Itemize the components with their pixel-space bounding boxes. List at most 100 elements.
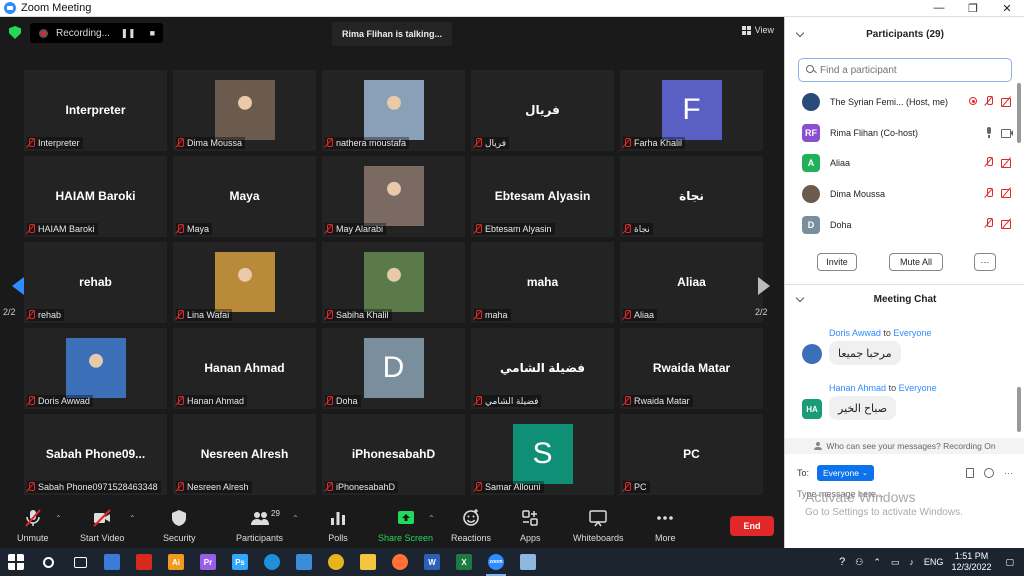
invite-button[interactable]: Invite <box>817 253 857 271</box>
video-off-icon[interactable] <box>1001 219 1013 229</box>
network-icon[interactable]: ▭ <box>891 557 900 568</box>
chevron-up-icon[interactable]: ⌃ <box>873 557 881 568</box>
people-icon[interactable]: ⚇ <box>855 557 863 568</box>
video-tile[interactable]: D Doha <box>322 328 465 409</box>
scrollbar-thumb[interactable] <box>1017 83 1021 143</box>
taskbar-app[interactable] <box>512 548 544 576</box>
taskbar-app[interactable] <box>352 548 384 576</box>
emoji-icon[interactable] <box>984 468 994 478</box>
start-video-button[interactable]: Start Video <box>80 508 124 543</box>
video-tile[interactable]: Maya Maya <box>173 156 316 237</box>
notifications-icon[interactable]: ▢ <box>1005 557 1014 568</box>
clock[interactable]: 1:51 PM 12/3/2022 <box>951 551 991 573</box>
mic-off-icon[interactable] <box>985 187 993 198</box>
maximize-icon[interactable]: ❐ <box>956 2 990 15</box>
security-button[interactable]: Security <box>163 508 196 543</box>
video-tile[interactable]: iPhonesabahD iPhonesabahD <box>322 414 465 495</box>
previous-page-button[interactable]: 2/2 <box>0 265 26 327</box>
video-tile[interactable]: نجاة نجاة <box>620 156 763 237</box>
video-tile[interactable]: Interpreter Interpreter <box>24 70 167 151</box>
video-tile[interactable]: Aliaa Aliaa <box>620 242 763 323</box>
video-tile[interactable]: F Farha Khalil <box>620 70 763 151</box>
stop-icon[interactable]: ■ <box>150 28 155 39</box>
video-tile[interactable]: فضيلة الشامي فضيلة الشامي <box>471 328 614 409</box>
view-button[interactable]: View <box>741 25 774 35</box>
end-meeting-button[interactable]: End <box>730 516 774 536</box>
help-icon[interactable]: ? <box>839 556 845 568</box>
chat-visibility-notice[interactable]: Who can see your messages? Recording On <box>785 438 1024 454</box>
participant-row[interactable]: RF Rima Flihan (Co-host) <box>785 118 1017 149</box>
chat-recipient[interactable]: Everyone <box>899 383 937 393</box>
participants-options-caret[interactable]: ⌃ <box>292 514 299 523</box>
mic-icon[interactable] <box>985 126 993 138</box>
chat-scrollbar[interactable] <box>1017 315 1021 437</box>
taskbar-app[interactable] <box>256 548 288 576</box>
video-off-icon[interactable] <box>1001 158 1013 168</box>
video-off-icon[interactable] <box>1001 97 1013 107</box>
chevron-down-icon[interactable] <box>795 293 805 303</box>
taskbar-app[interactable]: Ps <box>224 548 256 576</box>
taskbar-app[interactable]: X <box>448 548 480 576</box>
chevron-down-icon[interactable] <box>795 28 805 38</box>
video-tile[interactable]: Nesreen Alresh Nesreen Alresh <box>173 414 316 495</box>
taskbar-app[interactable] <box>288 548 320 576</box>
apps-button[interactable]: Apps <box>520 508 541 543</box>
video-tile[interactable]: فريال فريال <box>471 70 614 151</box>
more-button[interactable]: More <box>655 508 676 543</box>
unmute-button[interactable]: Unmute <box>17 508 49 543</box>
taskbar-app[interactable] <box>128 548 160 576</box>
whiteboards-button[interactable]: Whiteboards <box>573 508 624 543</box>
video-off-icon[interactable] <box>1001 188 1013 199</box>
share-options-caret[interactable]: ⌃ <box>428 514 435 523</box>
video-tile[interactable]: HAIAM Baroki HAIAM Baroki <box>24 156 167 237</box>
chat-recipient[interactable]: Everyone <box>893 328 931 338</box>
file-icon[interactable] <box>966 468 974 478</box>
participant-row[interactable]: D Doha <box>785 209 1017 240</box>
taskbar-app[interactable] <box>384 548 416 576</box>
participants-more-button[interactable]: ··· <box>974 253 996 271</box>
participant-row[interactable]: The Syrian Femi... (Host, me) <box>785 87 1017 118</box>
video-tile[interactable]: Doris Awwad <box>24 328 167 409</box>
video-icon[interactable] <box>1001 128 1013 138</box>
video-tile[interactable]: maha maha <box>471 242 614 323</box>
share-screen-button[interactable]: Share Screen <box>378 508 433 543</box>
taskbar-app[interactable] <box>96 548 128 576</box>
video-tile[interactable]: Sabiha Khalil <box>322 242 465 323</box>
video-tile[interactable]: rehab rehab <box>24 242 167 323</box>
participant-list-scrollbar[interactable] <box>1017 83 1021 253</box>
more-dots-icon[interactable]: ··· <box>1004 468 1013 478</box>
polls-button[interactable]: Polls <box>328 508 348 543</box>
mic-off-icon[interactable] <box>985 157 993 167</box>
language-indicator[interactable]: ENG <box>924 557 944 567</box>
taskbar-app[interactable]: Pr <box>192 548 224 576</box>
close-icon[interactable]: ✕ <box>990 2 1024 15</box>
next-page-button[interactable]: 2/2 <box>750 265 776 327</box>
video-tile[interactable]: Lina Wafai <box>173 242 316 323</box>
chat-sender[interactable]: Doris Awwad <box>829 328 881 338</box>
chat-message-input[interactable] <box>797 487 997 501</box>
reactions-button[interactable]: Reactions <box>451 508 491 543</box>
video-tile[interactable]: nathera moustafa <box>322 70 465 151</box>
video-tile[interactable]: May Alarabi <box>322 156 465 237</box>
taskbar-app[interactable]: zoom <box>480 548 512 576</box>
mic-off-icon[interactable] <box>985 96 993 106</box>
volume-icon[interactable]: ♪ <box>909 557 914 567</box>
video-tile[interactable]: S Samar Allouni <box>471 414 614 495</box>
video-tile[interactable]: Ebtesam Alyasin Ebtesam Alyasin <box>471 156 614 237</box>
mic-off-icon[interactable] <box>985 218 993 228</box>
participant-search-input[interactable] <box>820 64 1000 76</box>
taskbar-app[interactable]: Ai <box>160 548 192 576</box>
taskbar-app[interactable] <box>64 548 96 576</box>
mute-all-button[interactable]: Mute All <box>889 253 943 271</box>
taskbar-app[interactable] <box>0 548 32 576</box>
video-tile[interactable]: Rwaida Matar Rwaida Matar <box>620 328 763 409</box>
participant-row[interactable]: A Aliaa <box>785 148 1017 179</box>
taskbar-app[interactable] <box>320 548 352 576</box>
video-tile[interactable]: Hanan Ahmad Hanan Ahmad <box>173 328 316 409</box>
audio-options-caret[interactable]: ⌃ <box>55 514 62 523</box>
security-shield-icon[interactable] <box>9 26 21 39</box>
recipient-select[interactable]: Everyone ⌄ <box>817 465 874 481</box>
chat-sender[interactable]: Hanan Ahmad <box>829 383 886 393</box>
minimize-icon[interactable]: — <box>922 2 956 15</box>
video-options-caret[interactable]: ⌃ <box>129 514 136 523</box>
